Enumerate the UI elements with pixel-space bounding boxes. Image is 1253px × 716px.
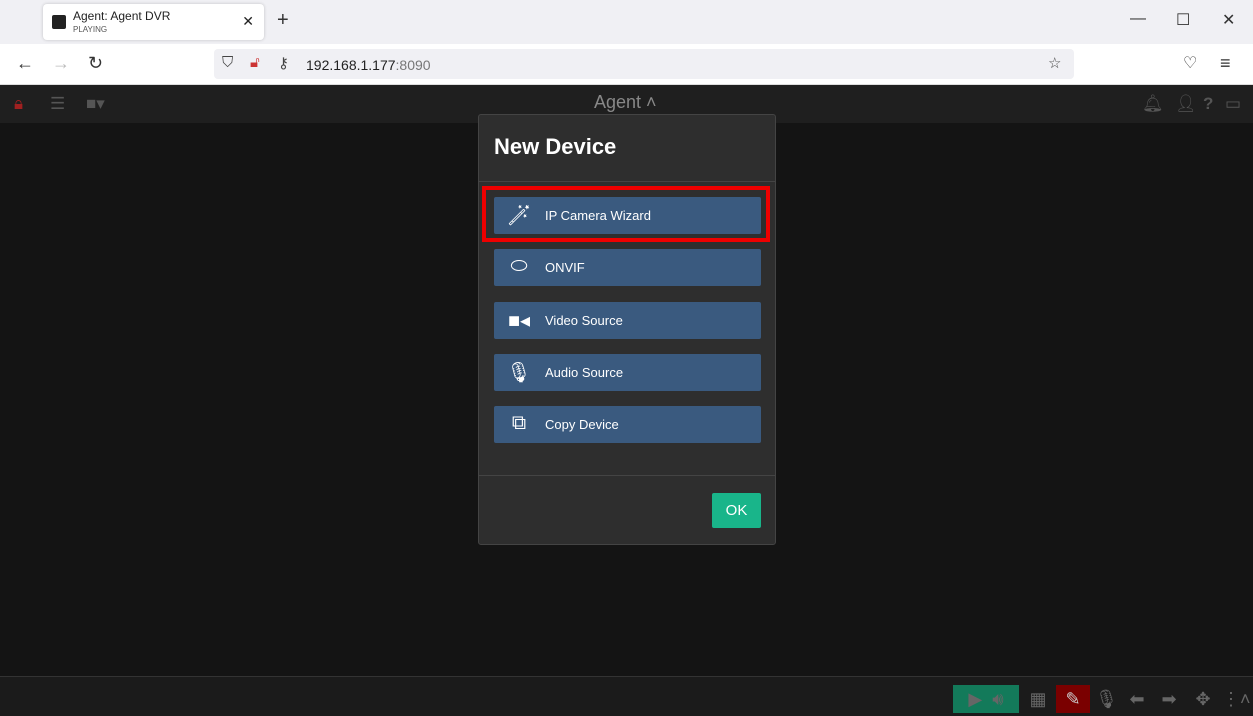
play-controls-group: ▶ 🔊︎ — [953, 685, 1019, 713]
menu-icon[interactable]: ≡ — [1220, 53, 1231, 74]
ptz-icon[interactable]: ✥ — [1190, 685, 1216, 713]
app-title[interactable]: Agent ˄ — [594, 92, 657, 113]
divider — [479, 181, 775, 182]
url-host: 192.168.1.177 — [306, 57, 396, 73]
forward-icon[interactable]: → — [52, 53, 70, 74]
highlight-box — [482, 186, 770, 242]
grid-icon[interactable]: ▦ — [1025, 685, 1051, 713]
key-icon[interactable]: ⚷ — [278, 54, 289, 72]
tab-status: PLAYING — [73, 25, 108, 34]
item-label: ONVIF — [545, 260, 585, 275]
lock-icon[interactable]: 🔒︎ — [14, 94, 23, 114]
close-tab-icon[interactable]: ✕ — [242, 13, 254, 30]
item-label: Video Source — [545, 313, 623, 328]
bell-icon[interactable]: 🔔︎ — [1142, 94, 1164, 114]
new-tab-icon[interactable]: + — [277, 9, 289, 32]
audio-source-button[interactable]: 🎙︎ Audio Source — [494, 354, 761, 391]
bottom-toolbar: ▶ 🔊︎ ▦ ✎ 🎙︎ ⬅ ➡ ✥ ⋮˄ — [0, 676, 1253, 716]
layout-menu-icon[interactable]: ⋮˄ — [1222, 685, 1251, 713]
fullscreen-icon[interactable]: ▭ — [1225, 94, 1241, 114]
item-label: Audio Source — [545, 365, 624, 380]
url-port: :8090 — [395, 57, 431, 73]
dialog-title: New Device — [494, 134, 617, 159]
volume-icon[interactable]: 🔊︎ — [992, 689, 1003, 709]
arrow-right-icon[interactable]: ➡ — [1157, 685, 1181, 713]
pocket-icon[interactable]: ♡ — [1183, 53, 1197, 73]
shield-icon[interactable]: ⛉ — [222, 54, 233, 71]
minimize-icon[interactable]: — — [1130, 10, 1146, 28]
divider — [479, 475, 775, 476]
back-icon[interactable]: ← — [16, 53, 34, 74]
close-window-icon[interactable]: ✕ — [1222, 10, 1235, 30]
copy-device-button[interactable]: ⧉ Copy Device — [494, 406, 761, 443]
bookmark-star-icon[interactable]: ☆ — [1048, 54, 1061, 72]
onvif-button[interactable]: ⬭ ONVIF — [494, 249, 761, 286]
ok-button[interactable]: OK — [712, 493, 761, 528]
arrow-left-icon[interactable]: ⬅ — [1125, 685, 1149, 713]
app-title-text: Agent — [594, 92, 642, 112]
onvif-icon: ⬭ — [510, 255, 528, 277]
address-bar[interactable]: ⛉ 🔓︎ ⚷ 192.168.1.177:8090 ☆ — [214, 49, 1074, 79]
new-device-dialog: New Device 🪄︎ IP Camera Wizard ⬭ ONVIF ■◂ V… — [478, 114, 776, 545]
microphone-icon[interactable]: 🎙︎ — [1095, 685, 1118, 713]
favicon-icon — [52, 15, 66, 29]
insecure-lock-icon[interactable]: 🔓︎ — [250, 54, 260, 71]
copy-icon: ⧉ — [511, 412, 527, 434]
edit-icon[interactable]: ✎ — [1056, 685, 1090, 713]
microphone-icon: 🎙︎ — [506, 362, 532, 384]
video-camera-dropdown-icon[interactable]: ■▾ — [86, 94, 105, 114]
browser-tab-bar: Agent: Agent DVR PLAYING ✕ + — ☐ ✕ — [0, 0, 1253, 44]
user-icon[interactable]: 👤︎ — [1175, 94, 1197, 114]
reload-icon[interactable]: ↻ — [88, 53, 103, 74]
tab-title: Agent: Agent DVR — [73, 9, 171, 23]
server-list-icon[interactable]: ☰ — [50, 94, 65, 114]
maximize-icon[interactable]: ☐ — [1176, 10, 1190, 30]
video-source-button[interactable]: ■◂ Video Source — [494, 302, 761, 339]
browser-nav-bar: ← → ↻ ⛉ 🔓︎ ⚷ 192.168.1.177:8090 ☆ ♡ ≡ — [0, 44, 1253, 85]
browser-tab[interactable]: Agent: Agent DVR PLAYING ✕ — [43, 4, 264, 40]
help-icon[interactable]: ? — [1203, 94, 1213, 114]
item-label: Copy Device — [545, 417, 619, 432]
play-icon[interactable]: ▶ — [968, 689, 982, 709]
video-camera-icon: ■◂ — [507, 310, 531, 332]
